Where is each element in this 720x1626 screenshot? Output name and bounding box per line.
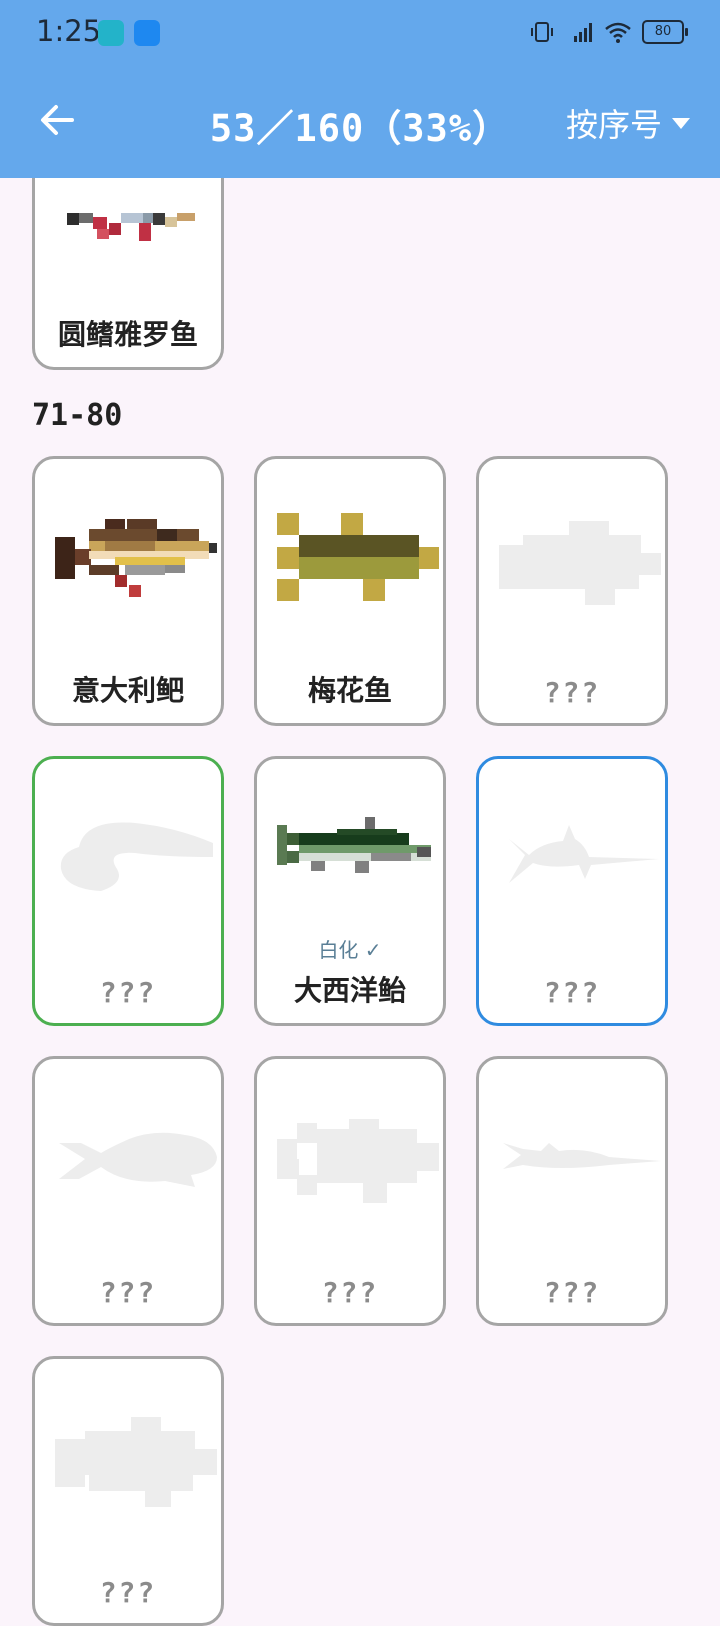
status-time: 1:25 — [36, 14, 102, 48]
fish-card-locked[interactable]: ??? — [476, 756, 668, 1026]
fish-silhouette-icon — [60, 822, 214, 891]
fish-pixel-icon — [55, 519, 217, 597]
fish-silhouette-icon — [277, 1119, 439, 1203]
fish-name: 梅花鱼 — [307, 674, 392, 707]
fish-name: ??? — [543, 976, 601, 1009]
caret-down-icon — [672, 117, 690, 129]
fish-silhouette-icon — [59, 1132, 217, 1187]
fish-card-locked[interactable]: ??? — [32, 756, 224, 1026]
fish-name: ??? — [543, 1276, 601, 1309]
app-bar: 1:25 80 53／160（33%） 按序号 — [0, 0, 720, 178]
signal-icon — [574, 23, 592, 42]
fish-name: ??? — [543, 676, 601, 709]
status-icons: 80 — [530, 20, 688, 44]
fish-name: 意大利鲃 — [71, 674, 184, 707]
fish-card-locked[interactable]: ??? — [32, 1056, 224, 1326]
fish-silhouette-icon — [503, 1143, 661, 1169]
fish-silhouette-icon — [499, 521, 661, 605]
fish-name: ??? — [99, 1576, 157, 1609]
fish-card-locked[interactable]: ??? — [476, 1056, 668, 1326]
albino-badge: 白化 ✓ — [318, 938, 382, 962]
fish-name: ??? — [99, 976, 157, 1009]
battery-icon: 80 — [642, 20, 688, 44]
fish-name: ??? — [99, 1276, 157, 1309]
sort-label: 按序号 — [565, 106, 662, 144]
fish-pixel-icon — [277, 817, 431, 873]
fish-pixel-icon — [277, 513, 439, 601]
sort-dropdown[interactable]: 按序号 — [566, 100, 690, 146]
fish-card[interactable]: 意大利鲃 — [32, 456, 224, 726]
fish-card[interactable]: 梅花鱼 — [254, 456, 446, 726]
fish-card[interactable]: 白化 ✓ 大西洋鲐 — [254, 756, 446, 1026]
fish-name: 大西洋鲐 — [293, 974, 406, 1007]
fish-name: 圆鳍雅罗鱼 — [57, 318, 198, 351]
fish-silhouette-icon — [55, 1417, 217, 1507]
app-notification-icon — [98, 20, 124, 46]
fish-name: ??? — [321, 1276, 379, 1309]
status-bar: 1:25 80 — [0, 0, 720, 70]
vibrate-icon — [531, 22, 553, 42]
fish-card-locked[interactable]: ??? — [32, 1356, 224, 1626]
section-header: 71-80 — [32, 398, 123, 433]
weather-notification-icon — [134, 20, 160, 46]
wifi-icon — [605, 22, 631, 43]
fish-card-locked[interactable]: ??? — [254, 1056, 446, 1326]
fish-silhouette-icon — [509, 825, 659, 883]
fish-card-locked[interactable]: ??? — [476, 456, 668, 726]
